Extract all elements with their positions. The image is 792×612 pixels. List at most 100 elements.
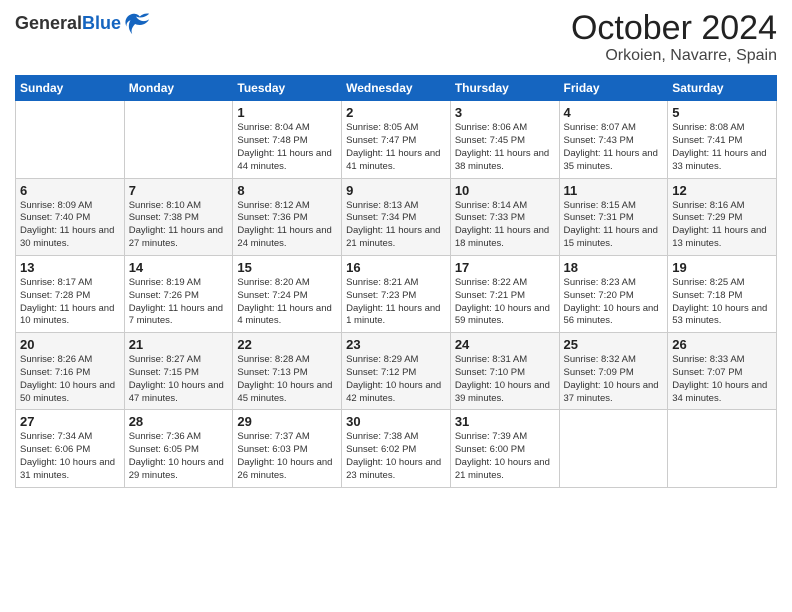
table-cell: 15 Sunrise: 8:20 AM Sunset: 7:24 PM Dayli… bbox=[233, 255, 342, 332]
day-info: Sunrise: 8:15 AM Sunset: 7:31 PM Dayligh… bbox=[564, 200, 664, 251]
day-info: Sunrise: 8:22 AM Sunset: 7:21 PM Dayligh… bbox=[455, 277, 555, 328]
day-number: 20 bbox=[20, 337, 120, 352]
col-thursday: Thursday bbox=[450, 76, 559, 101]
table-cell: 2 Sunrise: 8:05 AM Sunset: 7:47 PM Daylig… bbox=[342, 101, 451, 178]
day-number: 2 bbox=[346, 105, 446, 120]
header: GeneralBlue October 2024 Orkoien, Navarr… bbox=[15, 10, 777, 65]
day-number: 6 bbox=[20, 183, 120, 198]
day-info: Sunrise: 7:39 AM Sunset: 6:00 PM Dayligh… bbox=[455, 431, 555, 482]
day-number: 22 bbox=[237, 337, 337, 352]
table-cell: 28 Sunrise: 7:36 AM Sunset: 6:05 PM Dayli… bbox=[124, 410, 233, 487]
table-cell bbox=[559, 410, 668, 487]
table-cell: 8 Sunrise: 8:12 AM Sunset: 7:36 PM Daylig… bbox=[233, 178, 342, 255]
day-info: Sunrise: 8:32 AM Sunset: 7:09 PM Dayligh… bbox=[564, 354, 664, 405]
col-wednesday: Wednesday bbox=[342, 76, 451, 101]
day-number: 29 bbox=[237, 414, 337, 429]
table-cell: 11 Sunrise: 8:15 AM Sunset: 7:31 PM Dayli… bbox=[559, 178, 668, 255]
table-cell bbox=[16, 101, 125, 178]
table-cell: 10Sunrise: 8:14 AM Sunset: 7:33 PM Dayli… bbox=[450, 178, 559, 255]
day-number: 11 bbox=[564, 183, 664, 198]
day-info: Sunrise: 8:21 AM Sunset: 7:23 PM Dayligh… bbox=[346, 277, 446, 328]
day-number: 4 bbox=[564, 105, 664, 120]
day-info: Sunrise: 8:05 AM Sunset: 7:47 PM Dayligh… bbox=[346, 122, 446, 173]
day-info: Sunrise: 8:26 AM Sunset: 7:16 PM Dayligh… bbox=[20, 354, 120, 405]
day-info: Sunrise: 8:29 AM Sunset: 7:12 PM Dayligh… bbox=[346, 354, 446, 405]
table-row: 1 Sunrise: 8:04 AM Sunset: 7:48 PM Daylig… bbox=[16, 101, 777, 178]
day-info: Sunrise: 7:37 AM Sunset: 6:03 PM Dayligh… bbox=[237, 431, 337, 482]
col-tuesday: Tuesday bbox=[233, 76, 342, 101]
col-monday: Monday bbox=[124, 76, 233, 101]
day-info: Sunrise: 7:38 AM Sunset: 6:02 PM Dayligh… bbox=[346, 431, 446, 482]
table-row: 13Sunrise: 8:17 AM Sunset: 7:28 PM Dayli… bbox=[16, 255, 777, 332]
table-cell: 6Sunrise: 8:09 AM Sunset: 7:40 PM Daylig… bbox=[16, 178, 125, 255]
table-cell: 25 Sunrise: 8:32 AM Sunset: 7:09 PM Dayli… bbox=[559, 333, 668, 410]
table-row: 20 Sunrise: 8:26 AM Sunset: 7:16 PM Dayli… bbox=[16, 333, 777, 410]
page: GeneralBlue October 2024 Orkoien, Navarr… bbox=[0, 0, 792, 503]
table-row: 27 Sunrise: 7:34 AM Sunset: 6:06 PM Dayli… bbox=[16, 410, 777, 487]
day-info: Sunrise: 8:06 AM Sunset: 7:45 PM Dayligh… bbox=[455, 122, 555, 173]
day-number: 24 bbox=[455, 337, 555, 352]
calendar-table: Sunday Monday Tuesday Wednesday Thursday… bbox=[15, 75, 777, 487]
day-number: 5 bbox=[672, 105, 772, 120]
col-sunday: Sunday bbox=[16, 76, 125, 101]
day-number: 28 bbox=[129, 414, 229, 429]
table-cell: 4Sunrise: 8:07 AM Sunset: 7:43 PM Daylig… bbox=[559, 101, 668, 178]
day-number: 15 bbox=[237, 260, 337, 275]
day-number: 25 bbox=[564, 337, 664, 352]
table-cell: 5 Sunrise: 8:08 AM Sunset: 7:41 PM Daylig… bbox=[668, 101, 777, 178]
day-info: Sunrise: 7:36 AM Sunset: 6:05 PM Dayligh… bbox=[129, 431, 229, 482]
day-info: Sunrise: 8:08 AM Sunset: 7:41 PM Dayligh… bbox=[672, 122, 772, 173]
col-saturday: Saturday bbox=[668, 76, 777, 101]
table-cell: 26Sunrise: 8:33 AM Sunset: 7:07 PM Dayli… bbox=[668, 333, 777, 410]
table-cell: 9Sunrise: 8:13 AM Sunset: 7:34 PM Daylig… bbox=[342, 178, 451, 255]
day-info: Sunrise: 8:12 AM Sunset: 7:36 PM Dayligh… bbox=[237, 200, 337, 251]
table-cell: 3 Sunrise: 8:06 AM Sunset: 7:45 PM Daylig… bbox=[450, 101, 559, 178]
col-friday: Friday bbox=[559, 76, 668, 101]
day-number: 17 bbox=[455, 260, 555, 275]
day-number: 23 bbox=[346, 337, 446, 352]
calendar-title: October 2024 bbox=[571, 10, 777, 47]
table-cell: 1 Sunrise: 8:04 AM Sunset: 7:48 PM Daylig… bbox=[233, 101, 342, 178]
table-cell: 30Sunrise: 7:38 AM Sunset: 6:02 PM Dayli… bbox=[342, 410, 451, 487]
table-cell: 21Sunrise: 8:27 AM Sunset: 7:15 PM Dayli… bbox=[124, 333, 233, 410]
table-cell bbox=[124, 101, 233, 178]
day-number: 16 bbox=[346, 260, 446, 275]
day-number: 19 bbox=[672, 260, 772, 275]
calendar-header-row: Sunday Monday Tuesday Wednesday Thursday… bbox=[16, 76, 777, 101]
day-info: Sunrise: 8:23 AM Sunset: 7:20 PM Dayligh… bbox=[564, 277, 664, 328]
table-cell bbox=[668, 410, 777, 487]
day-info: Sunrise: 8:16 AM Sunset: 7:29 PM Dayligh… bbox=[672, 200, 772, 251]
table-cell: 24Sunrise: 8:31 AM Sunset: 7:10 PM Dayli… bbox=[450, 333, 559, 410]
table-cell: 18Sunrise: 8:23 AM Sunset: 7:20 PM Dayli… bbox=[559, 255, 668, 332]
day-number: 8 bbox=[237, 183, 337, 198]
day-info: Sunrise: 8:17 AM Sunset: 7:28 PM Dayligh… bbox=[20, 277, 120, 328]
table-cell: 12 Sunrise: 8:16 AM Sunset: 7:29 PM Dayli… bbox=[668, 178, 777, 255]
table-cell: 23 Sunrise: 8:29 AM Sunset: 7:12 PM Dayli… bbox=[342, 333, 451, 410]
day-info: Sunrise: 8:19 AM Sunset: 7:26 PM Dayligh… bbox=[129, 277, 229, 328]
logo-text: GeneralBlue bbox=[15, 14, 121, 34]
day-info: Sunrise: 8:10 AM Sunset: 7:38 PM Dayligh… bbox=[129, 200, 229, 251]
day-number: 27 bbox=[20, 414, 120, 429]
table-cell: 27 Sunrise: 7:34 AM Sunset: 6:06 PM Dayli… bbox=[16, 410, 125, 487]
day-info: Sunrise: 7:34 AM Sunset: 6:06 PM Dayligh… bbox=[20, 431, 120, 482]
table-cell: 13Sunrise: 8:17 AM Sunset: 7:28 PM Dayli… bbox=[16, 255, 125, 332]
table-row: 6Sunrise: 8:09 AM Sunset: 7:40 PM Daylig… bbox=[16, 178, 777, 255]
day-info: Sunrise: 8:25 AM Sunset: 7:18 PM Dayligh… bbox=[672, 277, 772, 328]
day-number: 12 bbox=[672, 183, 772, 198]
table-cell: 7 Sunrise: 8:10 AM Sunset: 7:38 PM Daylig… bbox=[124, 178, 233, 255]
day-number: 3 bbox=[455, 105, 555, 120]
day-info: Sunrise: 8:27 AM Sunset: 7:15 PM Dayligh… bbox=[129, 354, 229, 405]
table-cell: 31Sunrise: 7:39 AM Sunset: 6:00 PM Dayli… bbox=[450, 410, 559, 487]
logo-bird-icon bbox=[123, 10, 151, 38]
logo: GeneralBlue bbox=[15, 10, 151, 38]
day-info: Sunrise: 8:33 AM Sunset: 7:07 PM Dayligh… bbox=[672, 354, 772, 405]
calendar-subtitle: Orkoien, Navarre, Spain bbox=[571, 47, 777, 65]
day-number: 7 bbox=[129, 183, 229, 198]
table-cell: 16 Sunrise: 8:21 AM Sunset: 7:23 PM Dayli… bbox=[342, 255, 451, 332]
day-info: Sunrise: 8:28 AM Sunset: 7:13 PM Dayligh… bbox=[237, 354, 337, 405]
day-number: 1 bbox=[237, 105, 337, 120]
day-info: Sunrise: 8:20 AM Sunset: 7:24 PM Dayligh… bbox=[237, 277, 337, 328]
title-block: October 2024 Orkoien, Navarre, Spain bbox=[571, 10, 777, 65]
day-info: Sunrise: 8:04 AM Sunset: 7:48 PM Dayligh… bbox=[237, 122, 337, 173]
table-cell: 17 Sunrise: 8:22 AM Sunset: 7:21 PM Dayli… bbox=[450, 255, 559, 332]
